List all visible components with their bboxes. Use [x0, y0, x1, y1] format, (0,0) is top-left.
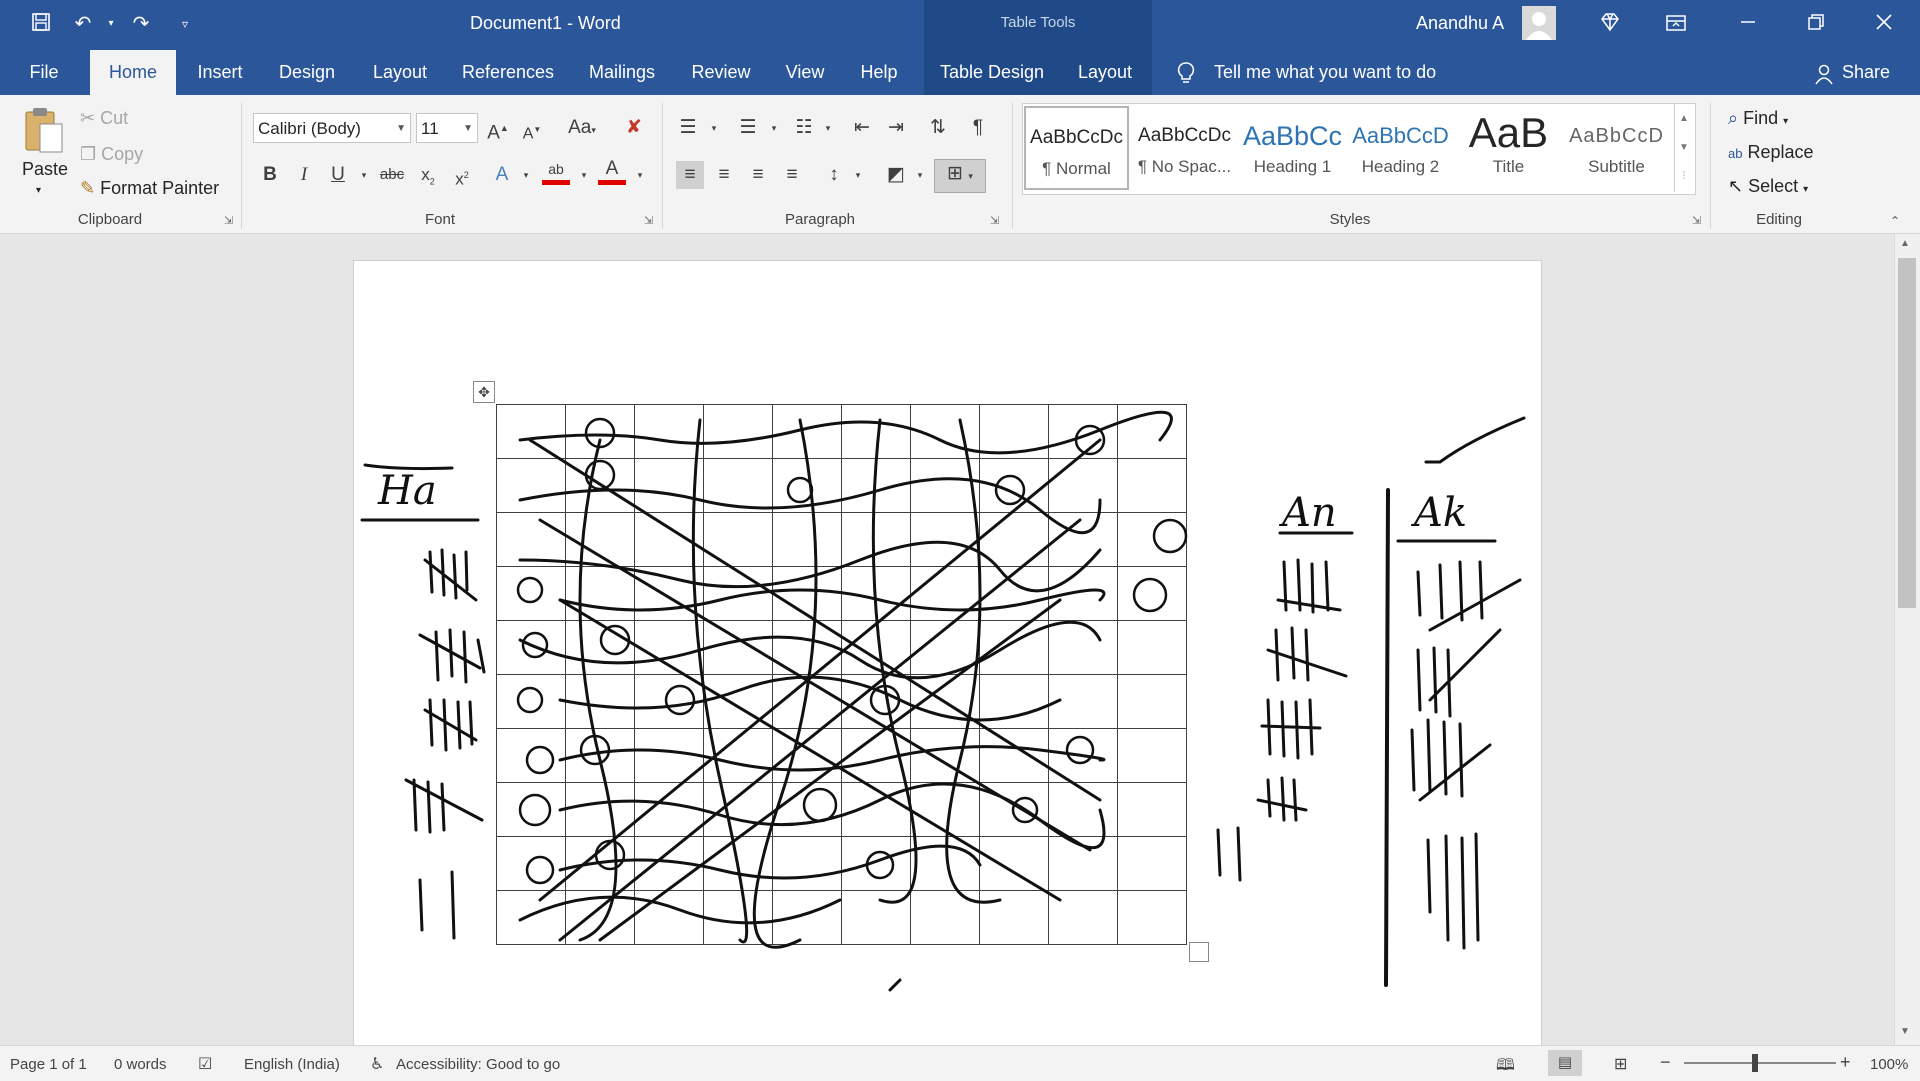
- ink-checkmark: [1424, 416, 1526, 464]
- ink-stroke: [888, 978, 902, 992]
- zoom-slider-thumb[interactable]: [1752, 1054, 1758, 1072]
- ink-stroke: [558, 588, 1106, 612]
- ink-label-left: Ha: [378, 468, 437, 514]
- ink-tally-ak: [1416, 560, 1522, 632]
- scroll-up-arrow-icon[interactable]: ▲: [1900, 238, 1910, 249]
- scroll-down-arrow-icon[interactable]: ▼: [1900, 1026, 1910, 1037]
- ink-tally-an: [1216, 826, 1242, 882]
- zoom-level[interactable]: 100%: [1870, 1056, 1908, 1073]
- ink-tally-left: [423, 698, 478, 752]
- ink-tally-ak: [1426, 832, 1480, 950]
- ink-divider: [1384, 488, 1390, 987]
- word-count[interactable]: 0 words: [114, 1056, 167, 1073]
- read-mode-icon[interactable]: 🕮: [1496, 1054, 1515, 1081]
- language[interactable]: English (India): [244, 1056, 340, 1073]
- ink-tally-an: [1276, 558, 1342, 614]
- ink-tally-left: [418, 628, 486, 684]
- ink-stroke: [518, 410, 1173, 455]
- accessibility-status[interactable]: Accessibility: Good to go: [396, 1056, 560, 1073]
- ink-tally-an: [1256, 776, 1308, 822]
- ink-drawing-layer: [360, 410, 1526, 992]
- zoom-out-icon[interactable]: −: [1660, 1052, 1671, 1073]
- ink-tally-left: [404, 778, 484, 834]
- ink-stroke: [518, 540, 1102, 593]
- ink-stroke: [518, 895, 842, 925]
- accessibility-icon[interactable]: ♿: [370, 1054, 384, 1074]
- print-layout-icon[interactable]: ▤: [1548, 1050, 1582, 1076]
- ink-tally-an: [1260, 698, 1322, 760]
- page-count[interactable]: Page 1 of 1: [10, 1056, 87, 1073]
- zoom-slider-track[interactable]: [1684, 1062, 1836, 1064]
- ink-stroke: [538, 438, 1102, 942]
- proofing-icon[interactable]: ☑: [198, 1054, 212, 1074]
- ink-label-right-2: Ak: [1414, 490, 1468, 536]
- status-bar: Page 1 of 1 0 words ☑ English (India) ♿ …: [0, 1045, 1920, 1081]
- ink-tally-left: [418, 870, 456, 940]
- zoom-in-icon[interactable]: +: [1840, 1052, 1851, 1073]
- ink-tally-an: [1266, 626, 1348, 682]
- vertical-scrollbar[interactable]: ▲ ▼: [1894, 234, 1920, 1045]
- ink-label-right-1: An: [1282, 490, 1337, 536]
- scroll-thumb[interactable]: [1898, 258, 1916, 608]
- ink-tally-left: [423, 548, 478, 602]
- ink-tally-ak: [1416, 628, 1502, 718]
- ink-tally-ak: [1410, 718, 1492, 802]
- web-layout-icon[interactable]: ⊞: [1614, 1054, 1627, 1074]
